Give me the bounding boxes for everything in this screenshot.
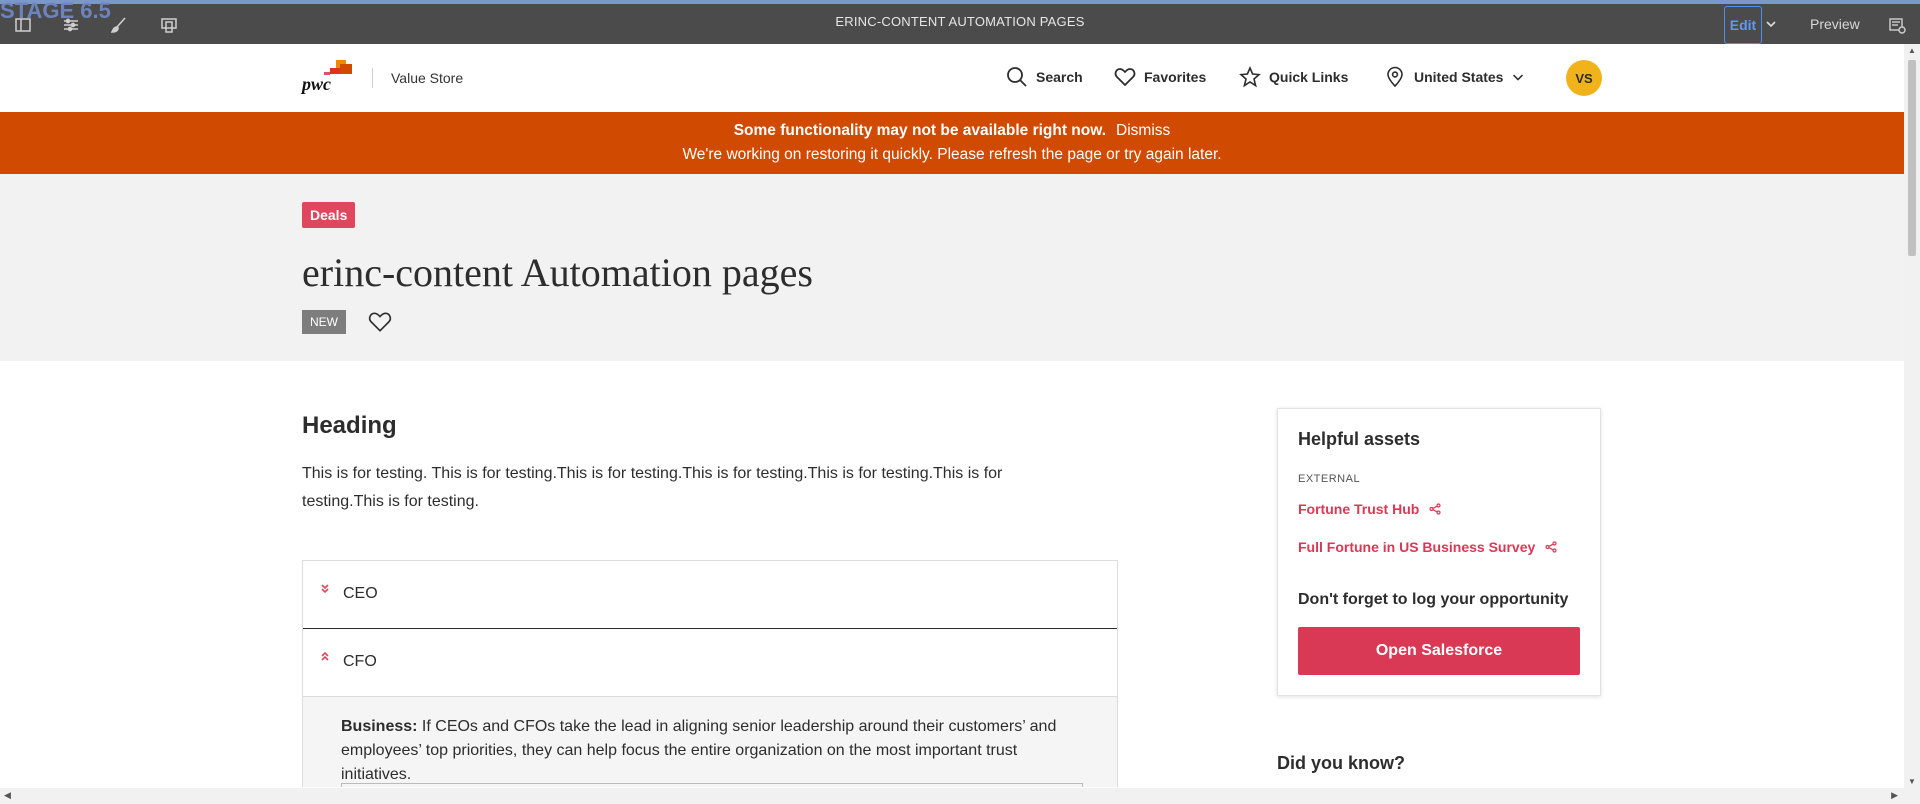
- location-pin-icon: [1387, 66, 1403, 88]
- accordion-item-ceo[interactable]: CEO: [303, 561, 1117, 629]
- double-chevron-down-icon: [321, 584, 329, 594]
- accordion-label-ceo: CEO: [343, 585, 378, 602]
- nav-search-label: Search: [1036, 69, 1083, 85]
- double-chevron-up-icon: [321, 651, 329, 661]
- scroll-down-arrow-icon[interactable]: ▼: [1908, 777, 1916, 786]
- vertical-scrollbar[interactable]: ▲ ▼: [1904, 44, 1920, 788]
- nav-search[interactable]: Search: [1006, 66, 1083, 88]
- header-divider: [372, 68, 373, 88]
- asset-link-label: Fortune Trust Hub: [1298, 501, 1420, 517]
- user-avatar[interactable]: VS: [1566, 60, 1602, 96]
- role-accordion: CEO CFO Business: If CEOs and CFOs take …: [302, 560, 1118, 787]
- nav-favorites-label: Favorites: [1144, 69, 1207, 85]
- helpful-assets-card: Helpful assets EXTERNAL Fortune Trust Hu…: [1277, 408, 1601, 696]
- search-icon: [1007, 67, 1027, 87]
- content-paragraph: This is for testing. This is for testing…: [302, 465, 1003, 510]
- store-name[interactable]: Value Store: [391, 70, 463, 86]
- opportunity-reminder: Don't forget to log your opportunity: [1298, 591, 1569, 608]
- chevron-down-icon: [1513, 74, 1524, 81]
- editor-toolbar: STAGE 6.5 ERINC-CONTENT AUTOMATION PAGES…: [0, 0, 1920, 44]
- scroll-left-arrow-icon[interactable]: ◀: [4, 790, 11, 801]
- service-alert-banner: Some functionality may not be available …: [0, 112, 1904, 174]
- page-title: erinc-content Automation pages: [302, 250, 813, 295]
- content-heading: Heading: [302, 412, 397, 439]
- asset-link-fortune-trust-hub[interactable]: Fortune Trust Hub: [1298, 501, 1441, 517]
- page-info-icon[interactable]: [1888, 16, 1906, 39]
- share-icon: [1429, 503, 1441, 515]
- asset-link-fortune-survey[interactable]: Full Fortune in US Business Survey: [1298, 539, 1557, 555]
- accordion-label-cfo: CFO: [343, 653, 377, 670]
- did-you-know-heading: Did you know?: [1277, 753, 1405, 773]
- edit-mode-button[interactable]: Edit: [1724, 6, 1762, 44]
- site-header: pwc Value Store Search Favorites Quick L…: [0, 44, 1904, 112]
- page-hero: Deals erinc-content Automation pages NEW: [0, 174, 1904, 361]
- new-badge: NEW: [302, 310, 346, 334]
- preview-button[interactable]: Preview: [1810, 16, 1860, 32]
- page-title-bar: ERINC-CONTENT AUTOMATION PAGES: [835, 14, 1085, 29]
- panel-table-edge: [341, 783, 1083, 787]
- nav-region-label: United States: [1414, 69, 1504, 85]
- cfo-panel-label: Business:: [341, 718, 418, 735]
- assets-title: Helpful assets: [1298, 429, 1421, 449]
- vertical-scroll-thumb[interactable]: [1908, 60, 1916, 256]
- chevron-down-icon[interactable]: [1766, 16, 1776, 34]
- accordion-item-cfo[interactable]: CFO: [303, 629, 1117, 697]
- alert-dismiss-link[interactable]: Dismiss: [1116, 122, 1170, 139]
- pwc-logo-text: pwc: [302, 74, 331, 94]
- scroll-up-arrow-icon[interactable]: ▲: [1908, 46, 1916, 55]
- nav-quick-links-label: Quick Links: [1269, 69, 1349, 85]
- scroll-right-arrow-icon[interactable]: ▶: [1891, 790, 1898, 801]
- alert-message: We're working on restoring it quickly. P…: [682, 146, 1222, 163]
- heart-icon: [1114, 68, 1136, 87]
- nav-region-selector[interactable]: United States: [1384, 66, 1525, 88]
- category-tag[interactable]: Deals: [302, 202, 356, 228]
- asset-link-label: Full Fortune in US Business Survey: [1298, 539, 1536, 555]
- cfo-panel-body: If CEOs and CFOs take the lead in aligni…: [341, 718, 1057, 783]
- horizontal-scrollbar[interactable]: ◀ ▶: [0, 788, 1920, 804]
- nav-favorites[interactable]: Favorites: [1114, 66, 1206, 88]
- star-icon: [1239, 66, 1261, 88]
- share-icon: [1545, 541, 1557, 553]
- assets-category: EXTERNAL: [1298, 473, 1361, 485]
- nav-quick-links[interactable]: Quick Links: [1239, 66, 1348, 88]
- alert-headline: Some functionality may not be available …: [733, 122, 1107, 139]
- cfo-panel-text: Business: If CEOs and CFOs take the lead…: [341, 715, 1081, 787]
- favorite-heart-icon[interactable]: [368, 310, 392, 334]
- accordion-panel-cfo: Business: If CEOs and CFOs take the lead…: [303, 697, 1117, 787]
- open-salesforce-button[interactable]: Open Salesforce: [1298, 627, 1580, 675]
